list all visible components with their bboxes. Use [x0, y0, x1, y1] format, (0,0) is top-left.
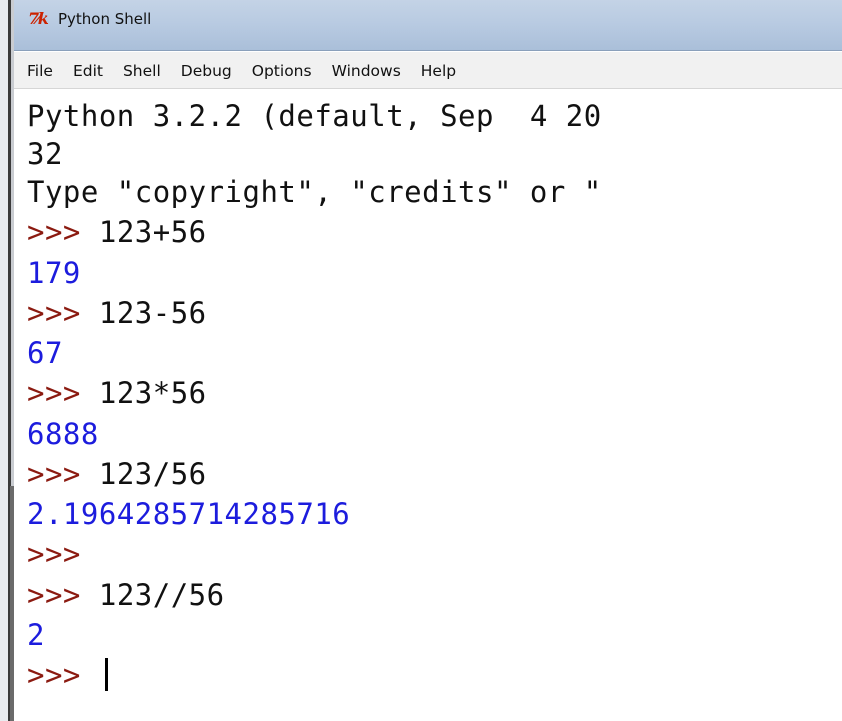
menu-debug[interactable]: Debug	[171, 52, 242, 88]
command-text: 123/56	[98, 457, 207, 491]
input-line: >>> 123-56	[27, 294, 207, 332]
result-line: 6888	[27, 417, 99, 451]
tk-icon: 7⁄k	[28, 9, 49, 28]
text-cursor	[104, 658, 108, 691]
prompt: >>>	[27, 537, 81, 571]
input-line: >>> 123*56	[27, 374, 207, 412]
result-line: 179	[27, 256, 81, 290]
menu-file[interactable]: File	[14, 52, 63, 88]
input-line: >>> 123/56	[27, 455, 207, 493]
menu-options[interactable]: Options	[242, 52, 322, 88]
result-line: 2	[27, 618, 45, 652]
result-line: 2.1964285714285716	[27, 497, 351, 531]
input-line: >>> 123+56	[27, 213, 207, 251]
command-text: 123-56	[98, 296, 207, 330]
prompt: >>>	[27, 457, 81, 491]
banner-line: Python 3.2.2 (default, Sep 4 20	[27, 99, 602, 133]
shell-text-area[interactable]: Python 3.2.2 (default, Sep 4 20 32 Type …	[14, 89, 842, 721]
current-input-line[interactable]: >>>	[27, 656, 108, 694]
command-text: 123+56	[98, 215, 207, 249]
banner-line: Type "copyright", "credits" or "	[27, 175, 602, 209]
menu-edit[interactable]: Edit	[63, 52, 113, 88]
input-line: >>>	[27, 535, 81, 573]
window-left-edge	[0, 0, 14, 721]
prompt: >>>	[27, 376, 81, 410]
menu-shell[interactable]: Shell	[113, 52, 171, 88]
result-line: 67	[27, 336, 63, 370]
prompt: >>>	[27, 578, 81, 612]
command-text: 123//56	[98, 578, 225, 612]
banner-line: 32	[27, 137, 63, 171]
menu-help[interactable]: Help	[411, 52, 466, 88]
menu-windows[interactable]: Windows	[322, 52, 411, 88]
input-line: >>> 123//56	[27, 576, 225, 614]
title-bar[interactable]: 7⁄k Python Shell	[14, 0, 842, 51]
prompt: >>>	[27, 215, 81, 249]
prompt: >>>	[27, 658, 81, 692]
window-title: Python Shell	[58, 10, 152, 28]
menu-bar: File Edit Shell Debug Options Windows He…	[14, 52, 842, 89]
prompt: >>>	[27, 296, 81, 330]
command-text: 123*56	[98, 376, 207, 410]
